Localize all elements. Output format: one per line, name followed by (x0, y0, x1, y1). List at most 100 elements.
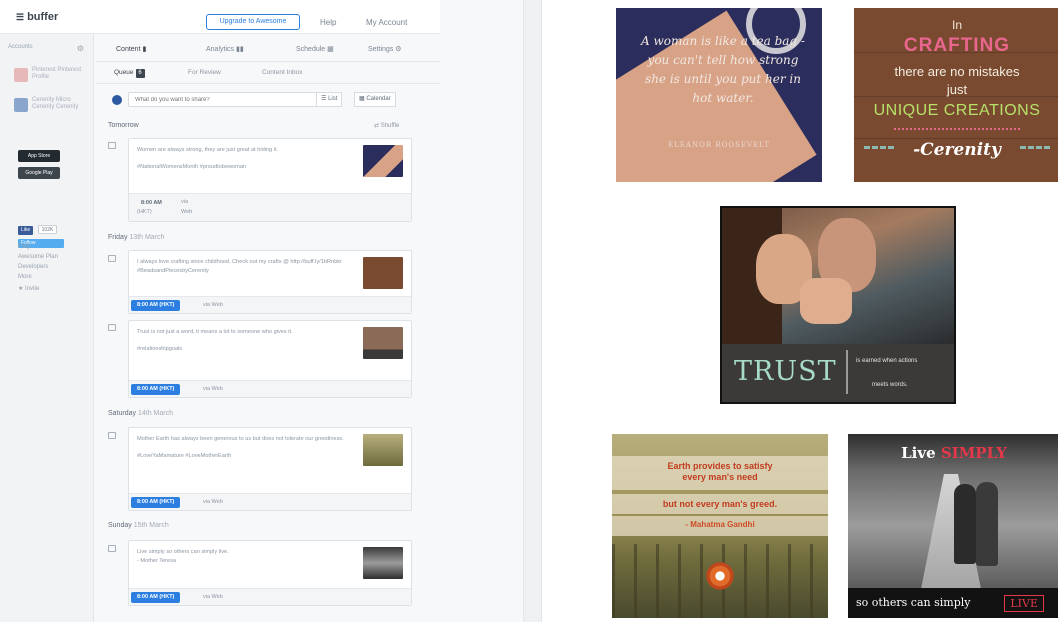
post-timezone: (HKT) (137, 209, 152, 215)
post-checkbox[interactable] (108, 545, 116, 552)
calendar-view-label: Calendar (366, 96, 391, 102)
invite-link-label: Invite (25, 286, 40, 292)
buffer-logo-icon: ☰ (16, 12, 25, 22)
tab-label: Analytics (206, 46, 235, 53)
calendar-view-button[interactable]: ▦ Calendar (354, 92, 396, 107)
post-time[interactable]: 8:00 AM (HKT) (131, 384, 181, 395)
queue-count-badge: 6 (135, 69, 145, 78)
faq-link[interactable]: FAQ (18, 242, 58, 252)
post-text: I always love crafting since childhood. … (137, 258, 347, 275)
quote-image-crafting: In CRAFTING there are no mistakes just U… (854, 8, 1058, 182)
day-name: Tomorrow (108, 122, 139, 129)
sidebar-links: FAQ Awesome Plan Developers More ★ Invit… (18, 242, 58, 294)
quote-image-tea-bag: A woman is like a tea bag - you can't te… (616, 8, 822, 182)
queue-post-card[interactable]: Women are always strong, they are just g… (128, 138, 412, 222)
post-checkbox[interactable] (108, 142, 116, 149)
queue-post-card[interactable]: Live simply so others can simply live. -… (128, 540, 412, 606)
developers-link[interactable]: Developers (18, 262, 58, 272)
queue-post-card[interactable]: I always love crafting since childhood. … (128, 250, 412, 314)
post-via: via (181, 199, 189, 205)
accounts-header: Accounts ⚙ (8, 44, 94, 60)
tab-content[interactable]: Content ▮ (116, 45, 146, 53)
quote-image-earth: Earth provides to satisfy every man's nee… (612, 434, 828, 618)
earth-quote-line-1: Earth provides to satisfy every man's nee… (612, 461, 828, 483)
tab-label: Settings (368, 46, 394, 53)
post-time[interactable]: 8:00 AM (HKT) (131, 300, 181, 311)
google-play-badge[interactable]: Google Play (18, 167, 60, 179)
crafting-line-1: In (951, 18, 962, 32)
sidebar-profile-pinterest[interactable]: Pinterest Pinterest Profile (4, 64, 92, 88)
tab-schedule[interactable]: Schedule ▦ (296, 45, 334, 53)
accounts-header-label: Accounts (8, 44, 33, 50)
calendar-icon: ▦ (327, 46, 334, 53)
subtab-label: Queue (114, 69, 134, 76)
subtab-content-inbox[interactable]: Content Inbox (262, 69, 302, 76)
subtab-for-review[interactable]: For Review (188, 69, 221, 76)
queue-subtabs: Queue 6 For Review Content Inbox (96, 62, 440, 84)
post-text: Mother Earth has always been generous to… (137, 435, 347, 460)
main-tabs: Content ▮ Analytics ▮▮ Schedule ▦ Settin… (96, 38, 440, 62)
post-checkbox[interactable] (108, 324, 116, 331)
tab-analytics[interactable]: Analytics ▮▮ (206, 45, 244, 53)
post-text: Trust is not just a word, it means a lot… (137, 328, 347, 353)
crafting-line-2: CRAFTING (903, 35, 1011, 56)
buffer-logo[interactable]: ☰ buffer (16, 11, 58, 23)
walking-person (976, 482, 998, 566)
pinterest-avatar (14, 68, 28, 82)
awesome-plan-link[interactable]: Awesome Plan (18, 252, 58, 262)
queue-post-card[interactable]: Trust is not just a word, it means a lot… (128, 320, 412, 398)
post-tags: - Mother Teresa (137, 557, 177, 564)
post-thumbnail[interactable] (363, 547, 403, 579)
earth-quote-line-1a: Earth provides to satisfy (667, 461, 773, 471)
post-thumbnail[interactable] (363, 327, 403, 359)
post-footer: 8:00 AM (HKT) via Web (129, 296, 411, 313)
composer: ☰ List ▦ Calendar (112, 92, 410, 108)
subtab-queue[interactable]: Queue 6 (114, 69, 145, 78)
app-store-badge[interactable]: App Store (18, 150, 60, 162)
earth-quote-line-1b: every man's need (682, 472, 758, 482)
post-body: Live simply so others can simply live. (137, 549, 229, 555)
gear-icon: ⚙ (395, 46, 402, 53)
post-tags: #LoveYaMamature #LoveMotherEarth (137, 452, 232, 459)
quote-author: ELEANOR ROOSEVELT (668, 141, 770, 149)
buffer-app-window: ☰ buffer Upgrade to Awesome Help My Accou… (0, 0, 524, 622)
list-view-button[interactable]: ☰ List (316, 92, 343, 107)
my-account-link[interactable]: My Account (366, 18, 407, 27)
post-body: Mother Earth has always been generous to… (137, 436, 344, 442)
gear-icon[interactable]: ⚙ (77, 44, 84, 53)
composer-avatar (112, 95, 122, 105)
title-part-b: SIMPLY (940, 444, 1007, 462)
crafting-line-3: there are no mistakes (894, 64, 1020, 79)
sidebar: Accounts ⚙ Pinterest Pinterest Profile C… (0, 34, 94, 622)
post-checkbox[interactable] (108, 432, 116, 439)
shuffle-icon: ⇄ (374, 123, 380, 129)
post-thumbnail[interactable] (363, 257, 403, 289)
post-time[interactable]: 8:00 AM (HKT) (131, 497, 181, 508)
profile-name: Cerenity Micro Cerenity Cerenity (32, 97, 79, 110)
like-count: 102K (37, 225, 58, 234)
live-simply-bottom-text: so others can simply (856, 596, 971, 609)
couple-photo (722, 208, 954, 344)
flower-ornament (704, 560, 736, 592)
shuffle-button[interactable]: ⇄ Shuffle (374, 122, 399, 129)
help-link[interactable]: Help (320, 18, 336, 27)
post-time[interactable]: 8:00 AM (135, 198, 168, 209)
title-part-a: Live (901, 444, 941, 462)
tab-settings[interactable]: Settings ⚙ (368, 45, 402, 53)
post-thumbnail[interactable] (363, 434, 403, 466)
image-shape (800, 278, 852, 324)
facebook-like-button[interactable]: Like (18, 226, 34, 235)
post-via: via Web (203, 594, 223, 600)
post-time[interactable]: 8:00 AM (HKT) (131, 592, 181, 603)
screenshot-root: ☰ buffer Upgrade to Awesome Help My Accou… (0, 0, 1058, 622)
post-thumbnail[interactable] (363, 145, 403, 177)
post-via: via Web (203, 386, 223, 392)
invite-link[interactable]: ★ Invite (18, 284, 58, 294)
queue-post-card[interactable]: Mother Earth has always been generous to… (128, 427, 412, 511)
post-checkbox[interactable] (108, 255, 116, 262)
upgrade-button[interactable]: Upgrade to Awesome (206, 14, 300, 30)
composer-input[interactable] (128, 92, 324, 107)
wood-plank-line (854, 138, 1058, 139)
more-link[interactable]: More (18, 272, 58, 282)
sidebar-profile-cerenity[interactable]: Cerenity Micro Cerenity Cerenity (4, 94, 92, 118)
